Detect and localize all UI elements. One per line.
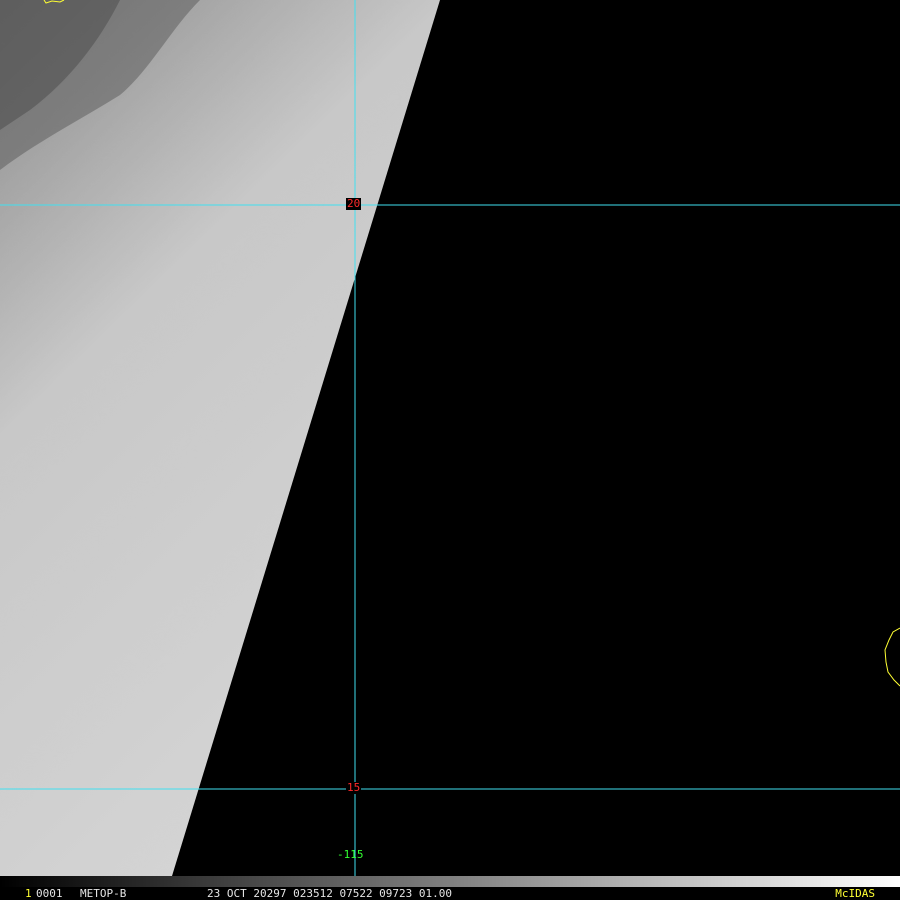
coastline-right-island [884, 627, 900, 687]
latitude-label-20: 20 [346, 197, 362, 210]
satellite-swath-image [0, 0, 900, 876]
mcidas-brand: McIDAS [835, 887, 875, 900]
frame-number: 1 [25, 887, 32, 900]
satellite-name: METOP-B [80, 887, 127, 900]
satellite-image-viewer: 20 15 -115 1 0001 METOP-B 23 OCT 20297 0… [0, 0, 900, 900]
image-datetime: 23 OCT 20297 023512 07522 09723 01.00 [207, 887, 453, 900]
frame-id: 0001 [36, 887, 63, 900]
longitude-label-115: -115 [337, 848, 364, 861]
grayscale-calibration-bar [0, 876, 900, 887]
image-info-bar: 1 0001 METOP-B 23 OCT 20297 023512 07522… [0, 887, 900, 900]
latitude-label-15: 15 [346, 781, 362, 794]
